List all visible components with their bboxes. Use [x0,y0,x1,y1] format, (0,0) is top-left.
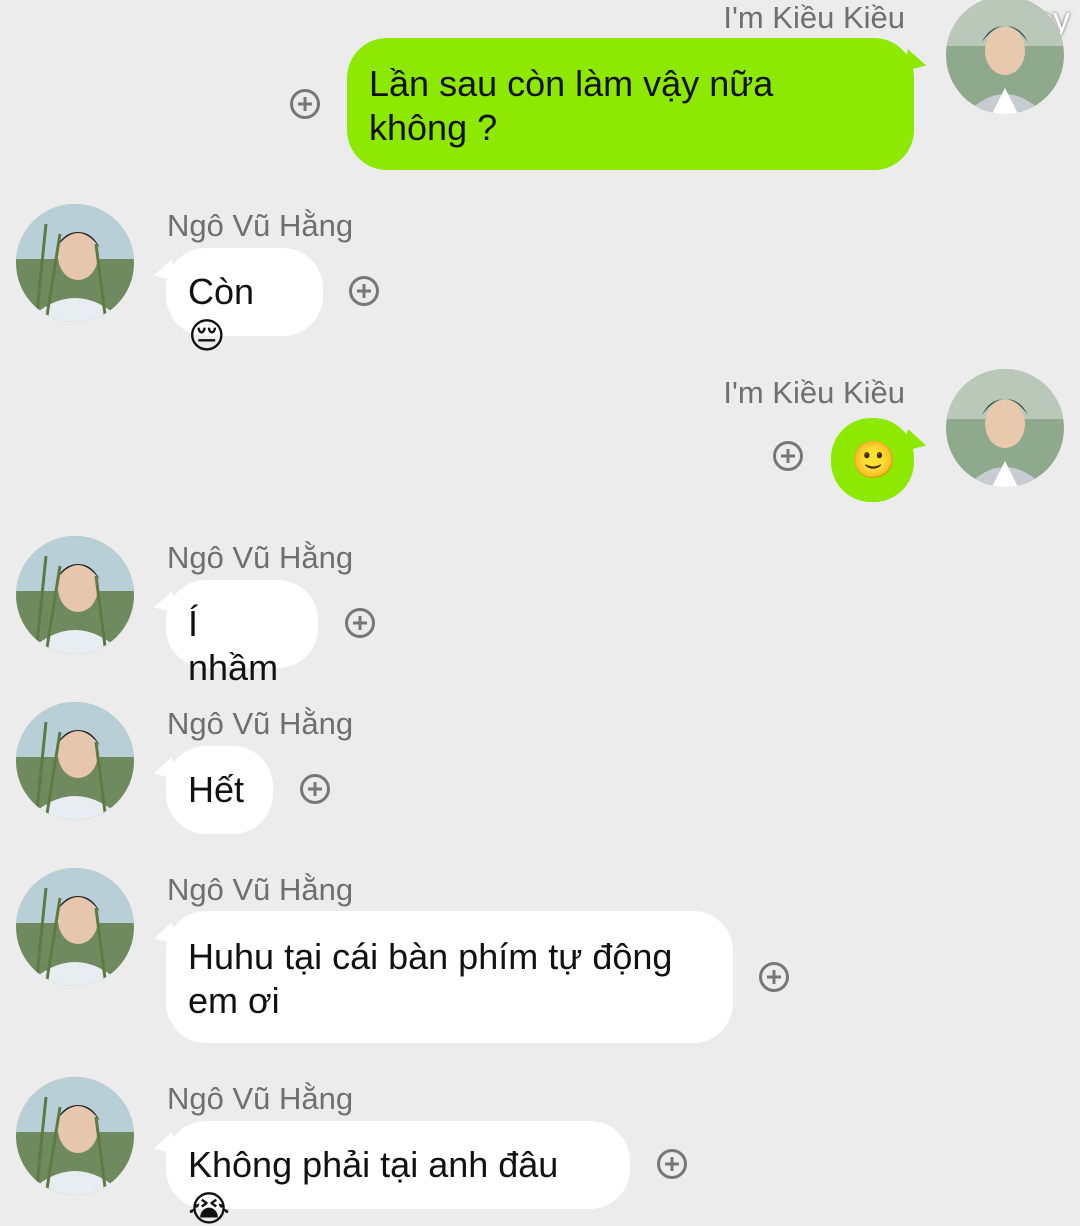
add-reaction-button[interactable] [300,774,330,804]
avatar-image [16,702,134,820]
sender-name: Ngô Vũ Hằng [167,872,354,907]
message-text: Không phải tại anh đâu [188,1144,559,1185]
bubble-tail [150,591,180,621]
add-reaction-button[interactable] [657,1149,687,1179]
message-bubble[interactable]: Hết [150,746,273,834]
message-bubble[interactable]: Í nhầm [150,580,318,688]
avatar-image [946,369,1064,487]
message-text-line: em ơi [188,980,280,1021]
bubble-tail [150,757,180,787]
sender-name: Ngô Vũ Hằng [167,706,354,741]
avatar-ngo-vu-hang[interactable] [16,1077,134,1195]
message-bubble[interactable]: 🙂 [831,418,930,502]
message-text: Còn [188,271,255,312]
bubble-tail [150,1132,180,1162]
bubble-tail [900,49,930,79]
sender-name: Ngô Vũ Hằng [167,540,354,575]
sender-name: Ngô Vũ Hằng [167,208,354,243]
message-bubble[interactable]: Không phải tại anh đâu 😭 [150,1121,630,1226]
pensive-face-icon: 😔 [188,316,226,357]
avatar-image [16,536,134,654]
message-bubble[interactable]: Còn 😔 [150,248,323,357]
sender-name: Ngô Vũ Hằng [167,1081,354,1116]
avatar-ngo-vu-hang[interactable] [16,868,134,986]
bubble-tail [150,259,180,289]
loudly-crying-face-icon: 😭 [188,1189,231,1226]
add-reaction-button[interactable] [759,962,789,992]
add-reaction-button[interactable] [349,276,379,306]
sender-name: I'm Kiều Kiều [723,375,905,410]
avatar-ngo-vu-hang[interactable] [16,204,134,322]
slightly-smiling-face-icon: 🙂 [851,440,896,481]
message-bubble[interactable]: Huhu tại cái bàn phím tự động em ơi [150,911,733,1043]
avatar-ngo-vu-hang[interactable] [16,702,134,820]
avatar-image [946,0,1064,114]
bubble-tail [150,922,180,952]
avatar-kieu-kieu[interactable] [946,369,1064,487]
avatar-image [16,204,134,322]
add-reaction-button[interactable] [290,89,320,119]
message-text-line: Huhu tại cái bàn phím tự động [188,936,673,977]
add-reaction-button[interactable] [773,441,803,471]
message-bubble[interactable]: Lần sau còn làm vậy nữa không ? [347,38,930,170]
message-text-line: không ? [369,107,498,148]
message-text: Hết [188,769,245,810]
add-reaction-button[interactable] [345,608,375,638]
avatar-image [16,1077,134,1195]
avatar-kieu-kieu[interactable] [946,0,1064,114]
avatar-ngo-vu-hang[interactable] [16,536,134,654]
avatar-image [16,868,134,986]
chat-thread: 74 joy I'm Kiều Kiều Lần sau còn làm vậy… [0,0,1080,1226]
message-text-line: Lần sau còn làm vậy nữa [369,63,774,104]
bubble-tail [900,429,930,459]
sender-name: I'm Kiều Kiều [723,0,905,35]
message-text: Í nhầm [188,603,279,688]
